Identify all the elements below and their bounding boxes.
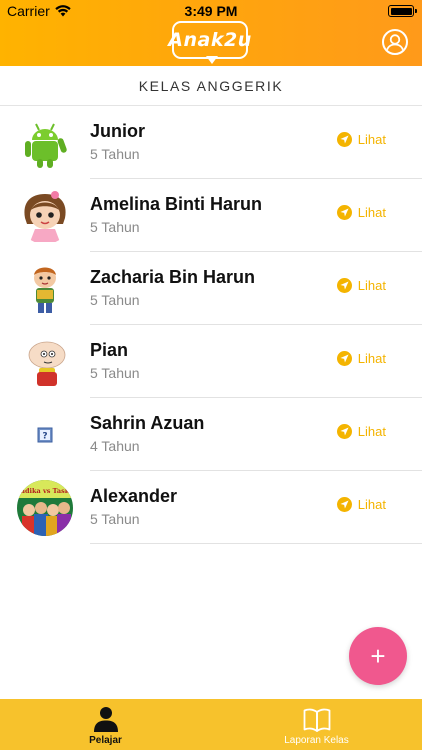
student-name: Sahrin Azuan <box>90 413 205 433</box>
student-row[interactable]: Pian 5 Tahun Lihat <box>0 325 422 398</box>
tab-pelajar[interactable]: Pelajar <box>0 699 211 750</box>
view-button[interactable]: Lihat <box>336 132 386 147</box>
location-arrow-icon <box>336 351 352 366</box>
svg-text:?: ? <box>42 432 47 442</box>
avatar-cartoon-girl <box>17 188 73 244</box>
battery-icon <box>388 5 417 17</box>
location-arrow-icon <box>336 132 352 147</box>
class-title: KELAS ANGGERIK <box>0 66 422 106</box>
view-button[interactable]: Lihat <box>336 424 386 439</box>
view-label: Lihat <box>357 205 386 220</box>
student-age: 5 Tahun <box>90 219 140 235</box>
student-age: 5 Tahun <box>90 365 140 381</box>
student-age: 5 Tahun <box>90 292 140 308</box>
student-row[interactable]: Junior 5 Tahun Lihat <box>0 106 422 179</box>
student-name: Zacharia Bin Harun <box>90 267 256 287</box>
student-row[interactable]: Zacharia Bin Harun 5 Tahun Lihat <box>0 252 422 325</box>
student-name: Alexander <box>90 486 178 506</box>
student-age: 5 Tahun <box>90 511 140 527</box>
plus-icon: + <box>370 640 386 671</box>
student-name: Junior <box>90 121 146 141</box>
tab-laporan-kelas[interactable]: Laporan Kelas <box>211 699 422 750</box>
tab-label: Laporan Kelas <box>284 735 349 746</box>
avatar-android <box>17 115 73 171</box>
logo-text: Anak2u <box>168 29 252 51</box>
app-logo: Anak2u <box>168 21 251 59</box>
student-name: Pian <box>90 340 129 360</box>
location-arrow-icon <box>336 278 352 293</box>
view-label: Lihat <box>357 132 386 147</box>
header-bar: Carrier 3:49 PM Anak2u <box>0 0 422 66</box>
view-button[interactable]: Lihat <box>336 278 386 293</box>
user-icon <box>385 34 405 53</box>
tab-label: Pelajar <box>89 735 122 746</box>
student-age: 4 Tahun <box>90 438 140 454</box>
view-label: Lihat <box>357 351 386 366</box>
student-row[interactable]: Tadika vs Taska Alexander 5 Tahun Lihat <box>0 471 422 544</box>
student-row[interactable]: Amelina Binti Harun 5 Tahun Lihat <box>0 179 422 252</box>
status-bar: Carrier 3:49 PM <box>0 0 422 22</box>
logo-bubble-tail <box>206 56 218 64</box>
avatar-tadika-vs-taska: Tadika vs Taska <box>17 480 73 536</box>
view-button[interactable]: Lihat <box>336 497 386 512</box>
avatar-cartoon-boy <box>17 261 73 317</box>
location-arrow-icon <box>336 424 352 439</box>
view-button[interactable]: Lihat <box>336 351 386 366</box>
view-label: Lihat <box>357 424 386 439</box>
location-arrow-icon <box>336 497 352 512</box>
tab-bar: Pelajar Laporan Kelas <box>0 699 422 750</box>
location-arrow-icon <box>336 205 352 220</box>
book-icon <box>303 708 330 732</box>
student-list: Junior 5 Tahun Lihat Amelina Binti Harun… <box>0 106 422 544</box>
student-row[interactable]: ? Sahrin Azuan 4 Tahun Lihat <box>0 398 422 471</box>
student-age: 5 Tahun <box>90 146 140 162</box>
view-label: Lihat <box>357 497 386 512</box>
view-label: Lihat <box>357 278 386 293</box>
profile-button[interactable] <box>382 29 408 55</box>
avatar-caption: Tadika vs Taska <box>17 487 73 495</box>
row-divider <box>90 543 422 544</box>
avatar-missing-image: ? <box>17 407 73 463</box>
avatar-stewie <box>17 334 73 390</box>
student-name: Amelina Binti Harun <box>90 194 263 214</box>
status-time: 3:49 PM <box>184 3 238 19</box>
person-icon <box>93 707 118 732</box>
view-button[interactable]: Lihat <box>336 205 386 220</box>
add-student-button[interactable]: + <box>349 627 407 685</box>
